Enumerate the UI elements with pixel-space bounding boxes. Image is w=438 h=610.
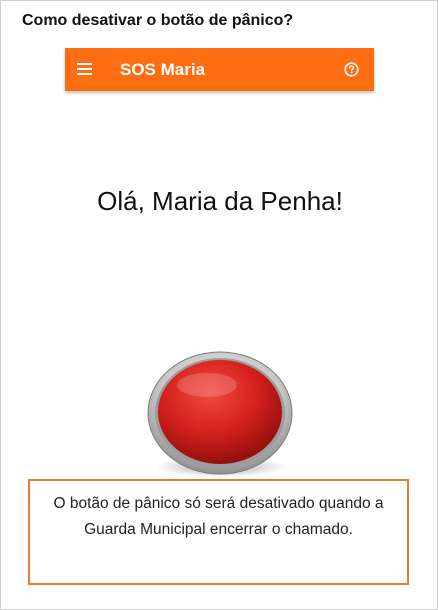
help-circle-icon[interactable] [344,62,359,77]
callout-box: O botão de pânico só será desativado qua… [28,479,409,585]
panic-button[interactable] [145,349,295,479]
app-title: SOS Maria [120,60,206,79]
greeting-text: Olá, Maria da Penha! [97,186,343,216]
app-bar: SOS Maria [65,48,374,91]
hamburger-menu-icon[interactable] [77,63,92,75]
callout-text: O botão de pânico só será desativado qua… [53,495,384,538]
question-heading: Como desativar o botão de pânico? [22,12,294,29]
